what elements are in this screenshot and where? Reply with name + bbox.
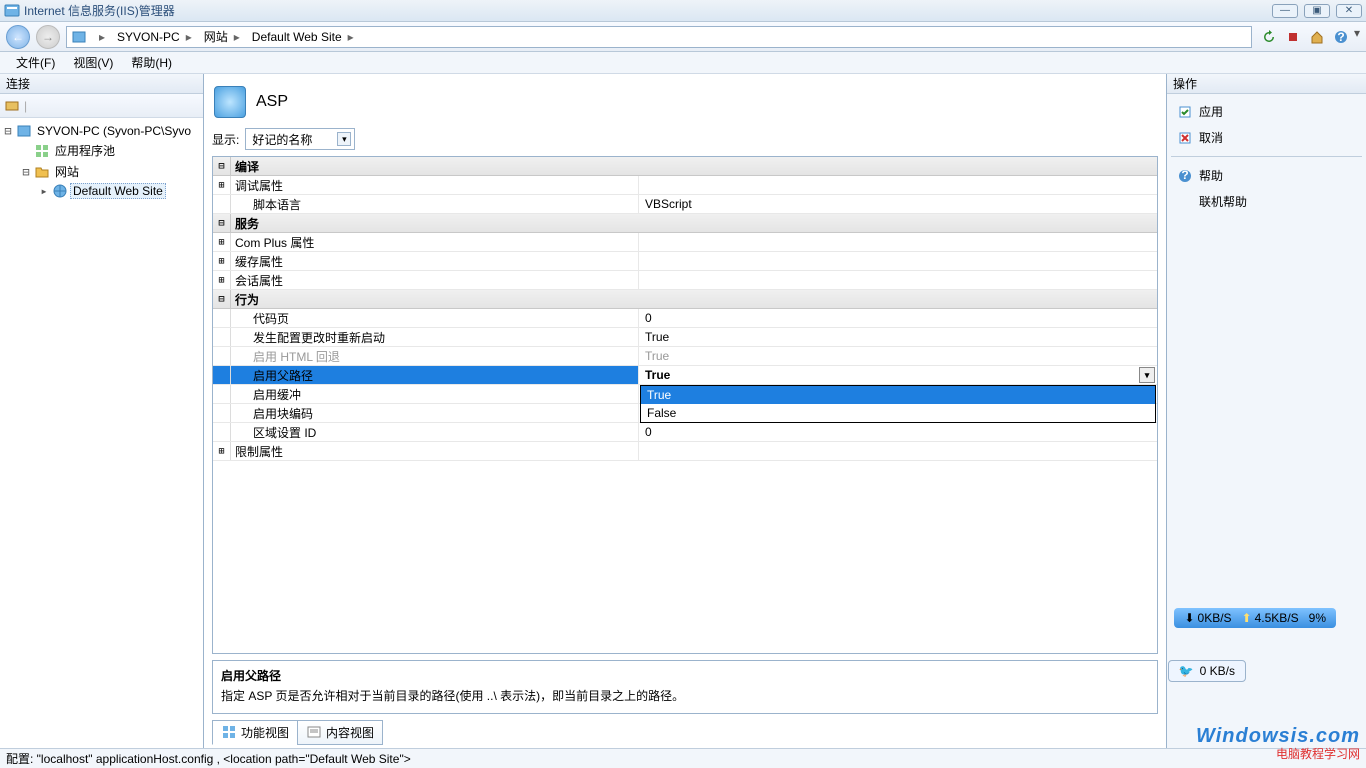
row-script-lang[interactable]: 脚本语言VBScript <box>213 195 1157 214</box>
app-icon <box>4 3 20 19</box>
filter-label: 显示: <box>212 131 239 148</box>
dropdown-button[interactable]: ▾ <box>1139 367 1155 383</box>
status-bar: 配置: "localhost" applicationHost.config ,… <box>0 748 1366 768</box>
row-complus[interactable]: ⊞Com Plus 属性 <box>213 233 1157 252</box>
svg-text:?: ? <box>1181 169 1188 182</box>
window-title: Internet 信息服务(IIS)管理器 <box>24 2 1272 19</box>
row-cache-props[interactable]: ⊞缓存属性 <box>213 252 1157 271</box>
page-header: ASP <box>212 82 1158 122</box>
actions-separator <box>1171 156 1362 157</box>
row-restart-on-config[interactable]: 发生配置更改时重新启动True <box>213 328 1157 347</box>
menu-view[interactable]: 视图(V) <box>65 52 121 73</box>
tree-sites[interactable]: ⊟ 网站 <box>2 161 201 182</box>
actions-header: 操作 <box>1167 74 1366 94</box>
close-button[interactable]: ✕ <box>1336 4 1362 18</box>
server-node-icon <box>16 123 32 139</box>
row-parent-paths[interactable]: 启用父路径 True▾ <box>213 366 1157 385</box>
chevron-down-icon: ▾ <box>337 132 351 146</box>
page-title: ASP <box>256 93 288 111</box>
breadcrumb-2[interactable]: 网站▸ <box>200 27 244 47</box>
breadcrumb-1[interactable]: SYVON-PC▸ <box>113 27 196 47</box>
svg-text:?: ? <box>1337 30 1344 44</box>
tab-features-view[interactable]: 功能视图 <box>212 720 298 745</box>
dropdown-option-true[interactable]: True <box>641 386 1155 404</box>
action-help[interactable]: ? 帮助 <box>1171 164 1362 187</box>
features-icon <box>221 724 237 740</box>
parent-paths-dropdown[interactable]: True False <box>640 385 1156 423</box>
toolbar-sep: | <box>24 99 27 113</box>
description-box: 启用父路径 指定 ASP 页是否允许相对于当前目录的路径(使用 ..\ 表示法)… <box>212 660 1158 714</box>
app-pool-icon <box>34 143 50 159</box>
connect-server-icon[interactable] <box>4 98 20 114</box>
back-button[interactable]: ← <box>6 25 30 49</box>
window-buttons: — ▣ ✕ <box>1272 4 1362 18</box>
cat-behavior[interactable]: ⊟行为 <box>213 290 1157 309</box>
stop-icon[interactable] <box>1282 26 1304 48</box>
address-bar[interactable]: ▸ SYVON-PC▸ 网站▸ Default Web Site▸ <box>66 26 1252 48</box>
filter-row: 显示: 好记的名称 ▾ <box>212 128 1158 150</box>
server-icon <box>71 29 87 45</box>
cat-services[interactable]: ⊟服务 <box>213 214 1157 233</box>
home-icon[interactable] <box>1306 26 1328 48</box>
action-online-help[interactable]: 联机帮助 <box>1171 190 1362 213</box>
tree-selected-label: Default Web Site <box>70 183 166 199</box>
tab-content-view[interactable]: 内容视图 <box>297 720 383 745</box>
view-tabs: 功能视图 内容视图 <box>212 720 1158 744</box>
tree-default-site[interactable]: ▸ Default Web Site <box>2 182 201 200</box>
actions-pane: 操作 应用 取消 ? 帮助 联机帮助 <box>1166 74 1366 748</box>
menu-file[interactable]: 文件(F) <box>8 52 63 73</box>
menu-bar: 文件(F) 视图(V) 帮助(H) <box>0 52 1366 74</box>
apply-icon <box>1177 104 1193 120</box>
content-pane: ASP 显示: 好记的名称 ▾ ⊟编译 ⊞调试属性 脚本语言VBScript ⊟… <box>204 74 1166 748</box>
description-body: 指定 ASP 页是否允许相对于当前目录的路径(使用 ..\ 表示法)，即当前目录… <box>221 687 1149 704</box>
connections-pane: 连接 | ⊟ SYVON-PC (Syvon-PC\Syvo 应用程序池 ⊟ 网… <box>0 74 204 748</box>
maximize-button[interactable]: ▣ <box>1304 4 1330 18</box>
row-debug-props[interactable]: ⊞调试属性 <box>213 176 1157 195</box>
breadcrumb-3[interactable]: Default Web Site▸ <box>248 27 358 47</box>
globe-icon <box>52 183 68 199</box>
status-text: 配置: "localhost" applicationHost.config ,… <box>6 750 411 767</box>
help-icon[interactable]: ? <box>1330 26 1352 48</box>
cancel-icon <box>1177 130 1193 146</box>
connections-toolbar: | <box>0 94 203 118</box>
menu-help[interactable]: 帮助(H) <box>123 52 180 73</box>
tree-app-pools[interactable]: 应用程序池 <box>2 140 201 161</box>
row-session-props[interactable]: ⊞会话属性 <box>213 271 1157 290</box>
nav-bar: ← → ▸ SYVON-PC▸ 网站▸ Default Web Site▸ ? … <box>0 22 1366 52</box>
row-codepage[interactable]: 代码页0 <box>213 309 1157 328</box>
cat-compile[interactable]: ⊟编译 <box>213 157 1157 176</box>
content-icon <box>306 724 322 740</box>
description-title: 启用父路径 <box>221 667 1149 684</box>
refresh-icon[interactable] <box>1258 26 1280 48</box>
asp-icon <box>214 86 246 118</box>
window-titlebar: Internet 信息服务(IIS)管理器 — ▣ ✕ <box>0 0 1366 22</box>
nav-right-buttons: ? ▾ <box>1258 26 1360 48</box>
property-grid[interactable]: ⊟编译 ⊞调试属性 脚本语言VBScript ⊟服务 ⊞Com Plus 属性 … <box>212 156 1158 654</box>
main-body: 连接 | ⊟ SYVON-PC (Syvon-PC\Syvo 应用程序池 ⊟ 网… <box>0 74 1366 748</box>
row-locale-id[interactable]: 区域设置 ID0 <box>213 423 1157 442</box>
action-apply[interactable]: 应用 <box>1171 100 1362 123</box>
tree-root[interactable]: ⊟ SYVON-PC (Syvon-PC\Syvo <box>2 122 201 140</box>
breadcrumb-root[interactable]: ▸ <box>91 27 109 47</box>
actions-list: 应用 取消 ? 帮助 联机帮助 <box>1167 94 1366 219</box>
minimize-button[interactable]: — <box>1272 4 1298 18</box>
connections-tree[interactable]: ⊟ SYVON-PC (Syvon-PC\Syvo 应用程序池 ⊟ 网站 ▸ D… <box>0 118 203 748</box>
row-html-fallback[interactable]: 启用 HTML 回退True <box>213 347 1157 366</box>
dropdown-option-false[interactable]: False <box>641 404 1155 422</box>
display-filter-combo[interactable]: 好记的名称 ▾ <box>245 128 355 150</box>
help-small-icon: ? <box>1177 168 1193 184</box>
action-cancel[interactable]: 取消 <box>1171 126 1362 149</box>
connections-header: 连接 <box>0 74 203 94</box>
folder-icon <box>34 164 50 180</box>
forward-button[interactable]: → <box>36 25 60 49</box>
row-limits[interactable]: ⊞限制属性 <box>213 442 1157 461</box>
